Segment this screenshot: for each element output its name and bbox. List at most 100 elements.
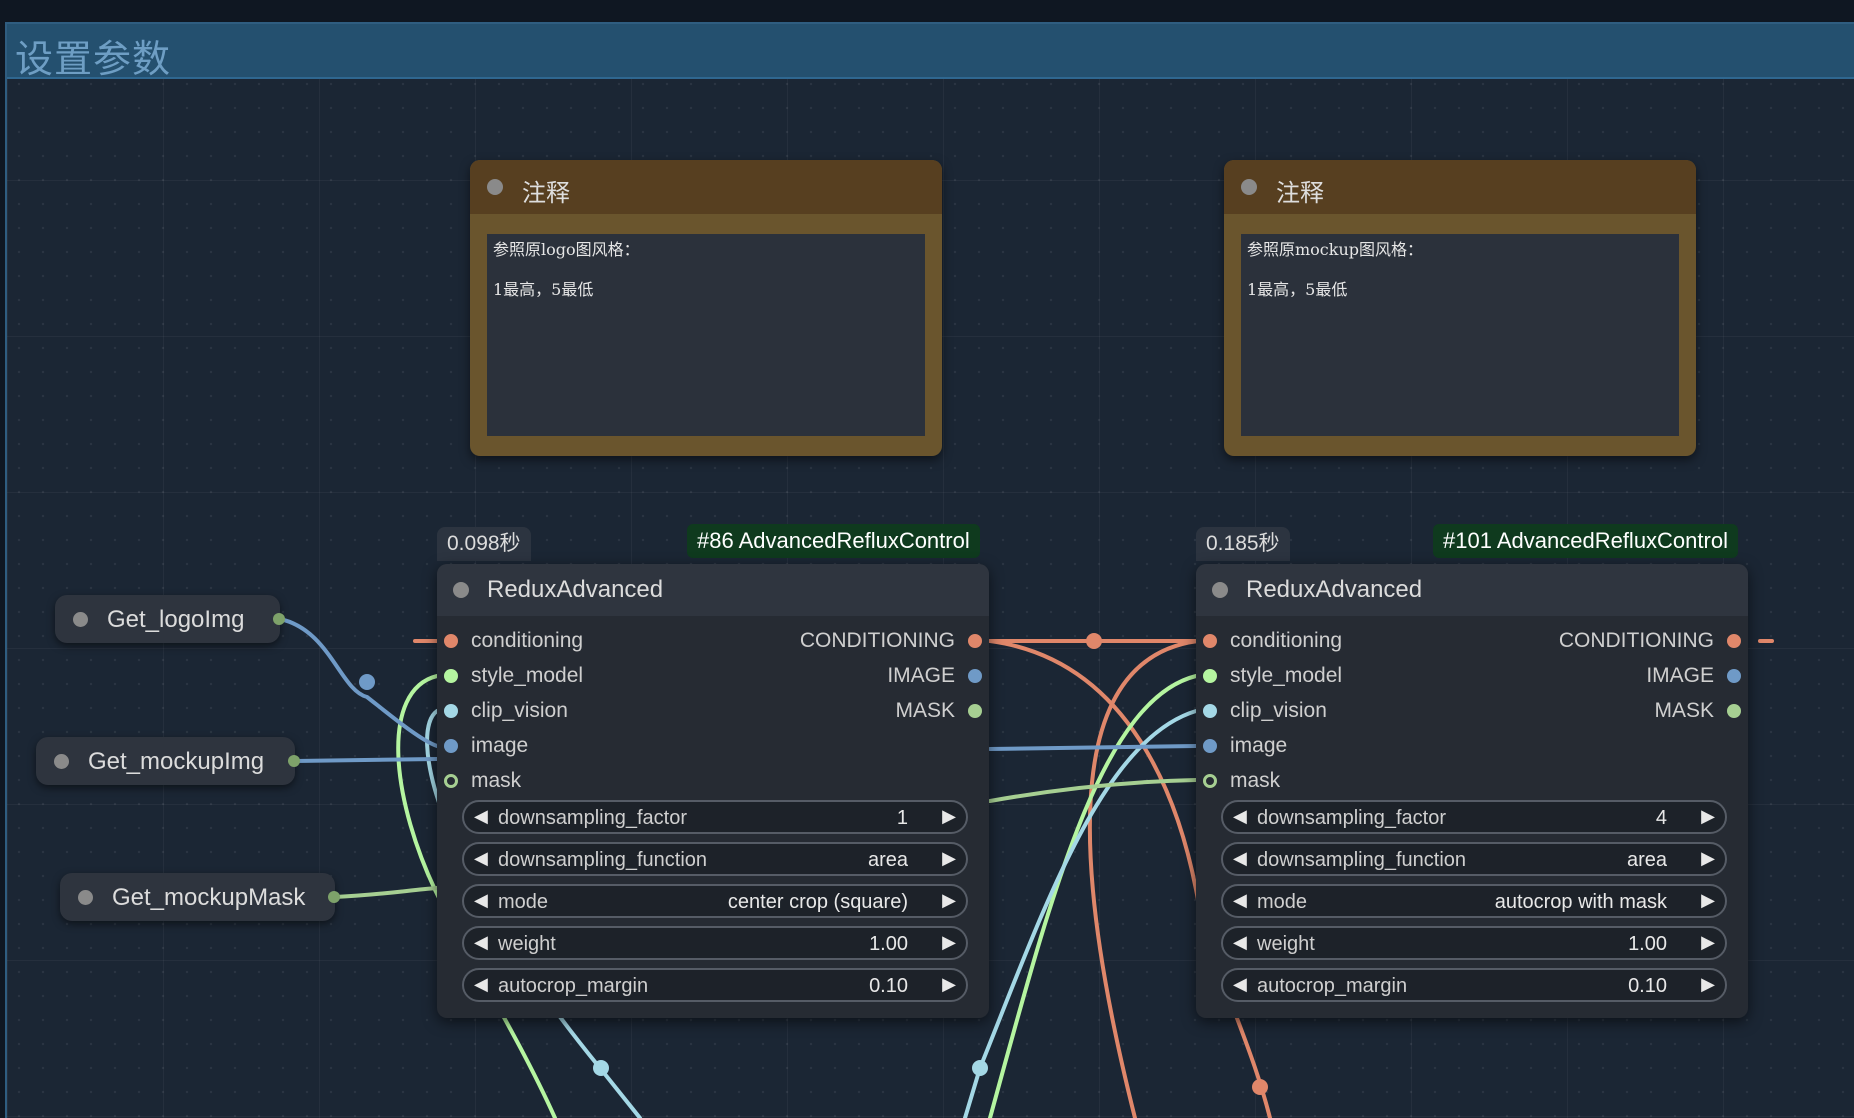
node-id-badge: #101 AdvancedRefluxControl	[1433, 524, 1738, 558]
decrement-arrow-icon[interactable]: ◀	[1233, 890, 1247, 911]
widget-label: autocrop_margin	[1257, 975, 1407, 998]
increment-arrow-icon[interactable]: ▶	[942, 932, 956, 953]
output-pin-image[interactable]	[1727, 669, 1741, 683]
increment-arrow-icon[interactable]: ▶	[1701, 806, 1715, 827]
output-pin[interactable]	[288, 755, 300, 767]
input-label-image: image	[1230, 734, 1287, 758]
execution-time-badge: 0.098秒	[437, 527, 531, 561]
input-pin-mask[interactable]	[1203, 774, 1217, 788]
widget-value: area	[1627, 849, 1667, 872]
get-mockup-img-node[interactable]: Get_mockupImg	[36, 737, 295, 785]
widget-downsampling-factor[interactable]: ◀ downsampling_factor 1 ▶	[462, 800, 968, 834]
increment-arrow-icon[interactable]: ▶	[942, 848, 956, 869]
input-label-style-model: style_model	[471, 664, 583, 688]
decrement-arrow-icon[interactable]: ◀	[474, 806, 488, 827]
node-header[interactable]: ReduxAdvanced	[1196, 564, 1748, 616]
note-node-logo[interactable]: 注释 参照原logo图风格： 1最高，5最低	[470, 160, 942, 456]
increment-arrow-icon[interactable]: ▶	[1701, 890, 1715, 911]
widget-value: 1.00	[869, 933, 908, 956]
collapse-dot-icon[interactable]	[487, 179, 503, 195]
widget-autocrop-margin[interactable]: ◀ autocrop_margin 0.10 ▶	[1221, 968, 1727, 1002]
increment-arrow-icon[interactable]: ▶	[1701, 974, 1715, 995]
group-header[interactable]: 设置参数	[7, 24, 1854, 79]
increment-arrow-icon[interactable]: ▶	[942, 890, 956, 911]
widget-weight[interactable]: ◀ weight 1.00 ▶	[462, 926, 968, 960]
widget-label: downsampling_factor	[1257, 807, 1446, 830]
note-header[interactable]: 注释	[1224, 160, 1696, 214]
node-title: ReduxAdvanced	[1246, 576, 1422, 604]
widget-label: autocrop_margin	[498, 975, 648, 998]
widget-label: weight	[498, 933, 556, 956]
widget-label: downsampling_function	[498, 849, 707, 872]
collapse-dot-icon[interactable]	[453, 582, 469, 598]
note-node-mockup[interactable]: 注释 参照原mockup图风格： 1最高，5最低	[1224, 160, 1696, 456]
decrement-arrow-icon[interactable]: ◀	[474, 848, 488, 869]
input-label-conditioning: conditioning	[1230, 629, 1342, 653]
note-text-area[interactable]: 参照原logo图风格： 1最高，5最低	[487, 234, 925, 436]
widget-downsampling-factor[interactable]: ◀ downsampling_factor 4 ▶	[1221, 800, 1727, 834]
input-pin-conditioning[interactable]	[1203, 634, 1217, 648]
decrement-arrow-icon[interactable]: ◀	[474, 974, 488, 995]
decrement-arrow-icon[interactable]: ◀	[474, 932, 488, 953]
widget-label: downsampling_factor	[498, 807, 687, 830]
note-text-area[interactable]: 参照原mockup图风格： 1最高，5最低	[1241, 234, 1679, 436]
note-line: 参照原mockup图风格：	[1247, 240, 1673, 260]
input-pin-conditioning[interactable]	[444, 634, 458, 648]
decrement-arrow-icon[interactable]: ◀	[1233, 974, 1247, 995]
output-pin-conditioning[interactable]	[1727, 634, 1741, 648]
input-label-style-model: style_model	[1230, 664, 1342, 688]
output-pin-conditioning[interactable]	[968, 634, 982, 648]
node-header[interactable]: ReduxAdvanced	[437, 564, 989, 616]
increment-arrow-icon[interactable]: ▶	[1701, 848, 1715, 869]
collapse-dot-icon[interactable]	[1212, 582, 1228, 598]
widget-value: area	[868, 849, 908, 872]
widget-value: center crop (square)	[728, 891, 908, 914]
input-pin-image[interactable]	[444, 739, 458, 753]
widget-value: 0.10	[1628, 975, 1667, 998]
widget-weight[interactable]: ◀ weight 1.00 ▶	[1221, 926, 1727, 960]
widget-downsampling-function[interactable]: ◀ downsampling_function area ▶	[462, 842, 968, 876]
widget-value: 1	[897, 807, 908, 830]
decrement-arrow-icon[interactable]: ◀	[474, 890, 488, 911]
output-pin[interactable]	[328, 891, 340, 903]
collapse-dot-icon[interactable]	[1241, 179, 1257, 195]
input-pin-style-model[interactable]	[444, 669, 458, 683]
input-pin-mask[interactable]	[444, 774, 458, 788]
node-id-badge: #86 AdvancedRefluxControl	[687, 524, 980, 558]
decrement-arrow-icon[interactable]: ◀	[1233, 932, 1247, 953]
node-title: ReduxAdvanced	[487, 576, 663, 604]
increment-arrow-icon[interactable]: ▶	[1701, 932, 1715, 953]
input-pin-clip-vision[interactable]	[1203, 704, 1217, 718]
input-pin-image[interactable]	[1203, 739, 1217, 753]
get-mockup-mask-node[interactable]: Get_mockupMask	[60, 873, 335, 921]
input-pin-style-model[interactable]	[1203, 669, 1217, 683]
note-line: 1最高，5最低	[493, 280, 919, 300]
collapse-dot-icon[interactable]	[73, 612, 88, 627]
collapse-dot-icon[interactable]	[78, 890, 93, 905]
note-line: 参照原logo图风格：	[493, 240, 919, 260]
output-pin[interactable]	[273, 613, 285, 625]
get-logo-img-node[interactable]: Get_logoImg	[55, 595, 280, 643]
output-pin-mask[interactable]	[968, 704, 982, 718]
decrement-arrow-icon[interactable]: ◀	[1233, 806, 1247, 827]
output-label-mask: MASK	[1654, 699, 1714, 723]
redux-advanced-node-86[interactable]: ReduxAdvanced conditioning style_model c…	[437, 564, 989, 1018]
widget-autocrop-margin[interactable]: ◀ autocrop_margin 0.10 ▶	[462, 968, 968, 1002]
input-pin-clip-vision[interactable]	[444, 704, 458, 718]
decrement-arrow-icon[interactable]: ◀	[1233, 848, 1247, 869]
widget-mode[interactable]: ◀ mode autocrop with mask ▶	[1221, 884, 1727, 918]
collapse-dot-icon[interactable]	[54, 754, 69, 769]
output-pin-mask[interactable]	[1727, 704, 1741, 718]
redux-advanced-node-101[interactable]: ReduxAdvanced conditioning style_model c…	[1196, 564, 1748, 1018]
increment-arrow-icon[interactable]: ▶	[942, 806, 956, 827]
workflow-canvas[interactable]: 设置参数	[0, 0, 1854, 1118]
increment-arrow-icon[interactable]: ▶	[942, 974, 956, 995]
note-title: 注释	[522, 173, 570, 208]
output-pin-image[interactable]	[968, 669, 982, 683]
widget-mode[interactable]: ◀ mode center crop (square) ▶	[462, 884, 968, 918]
group-title: 设置参数	[15, 28, 171, 83]
note-header[interactable]: 注释	[470, 160, 942, 214]
widget-downsampling-function[interactable]: ◀ downsampling_function area ▶	[1221, 842, 1727, 876]
note-title: 注释	[1276, 173, 1324, 208]
output-label-image: IMAGE	[1646, 664, 1714, 688]
